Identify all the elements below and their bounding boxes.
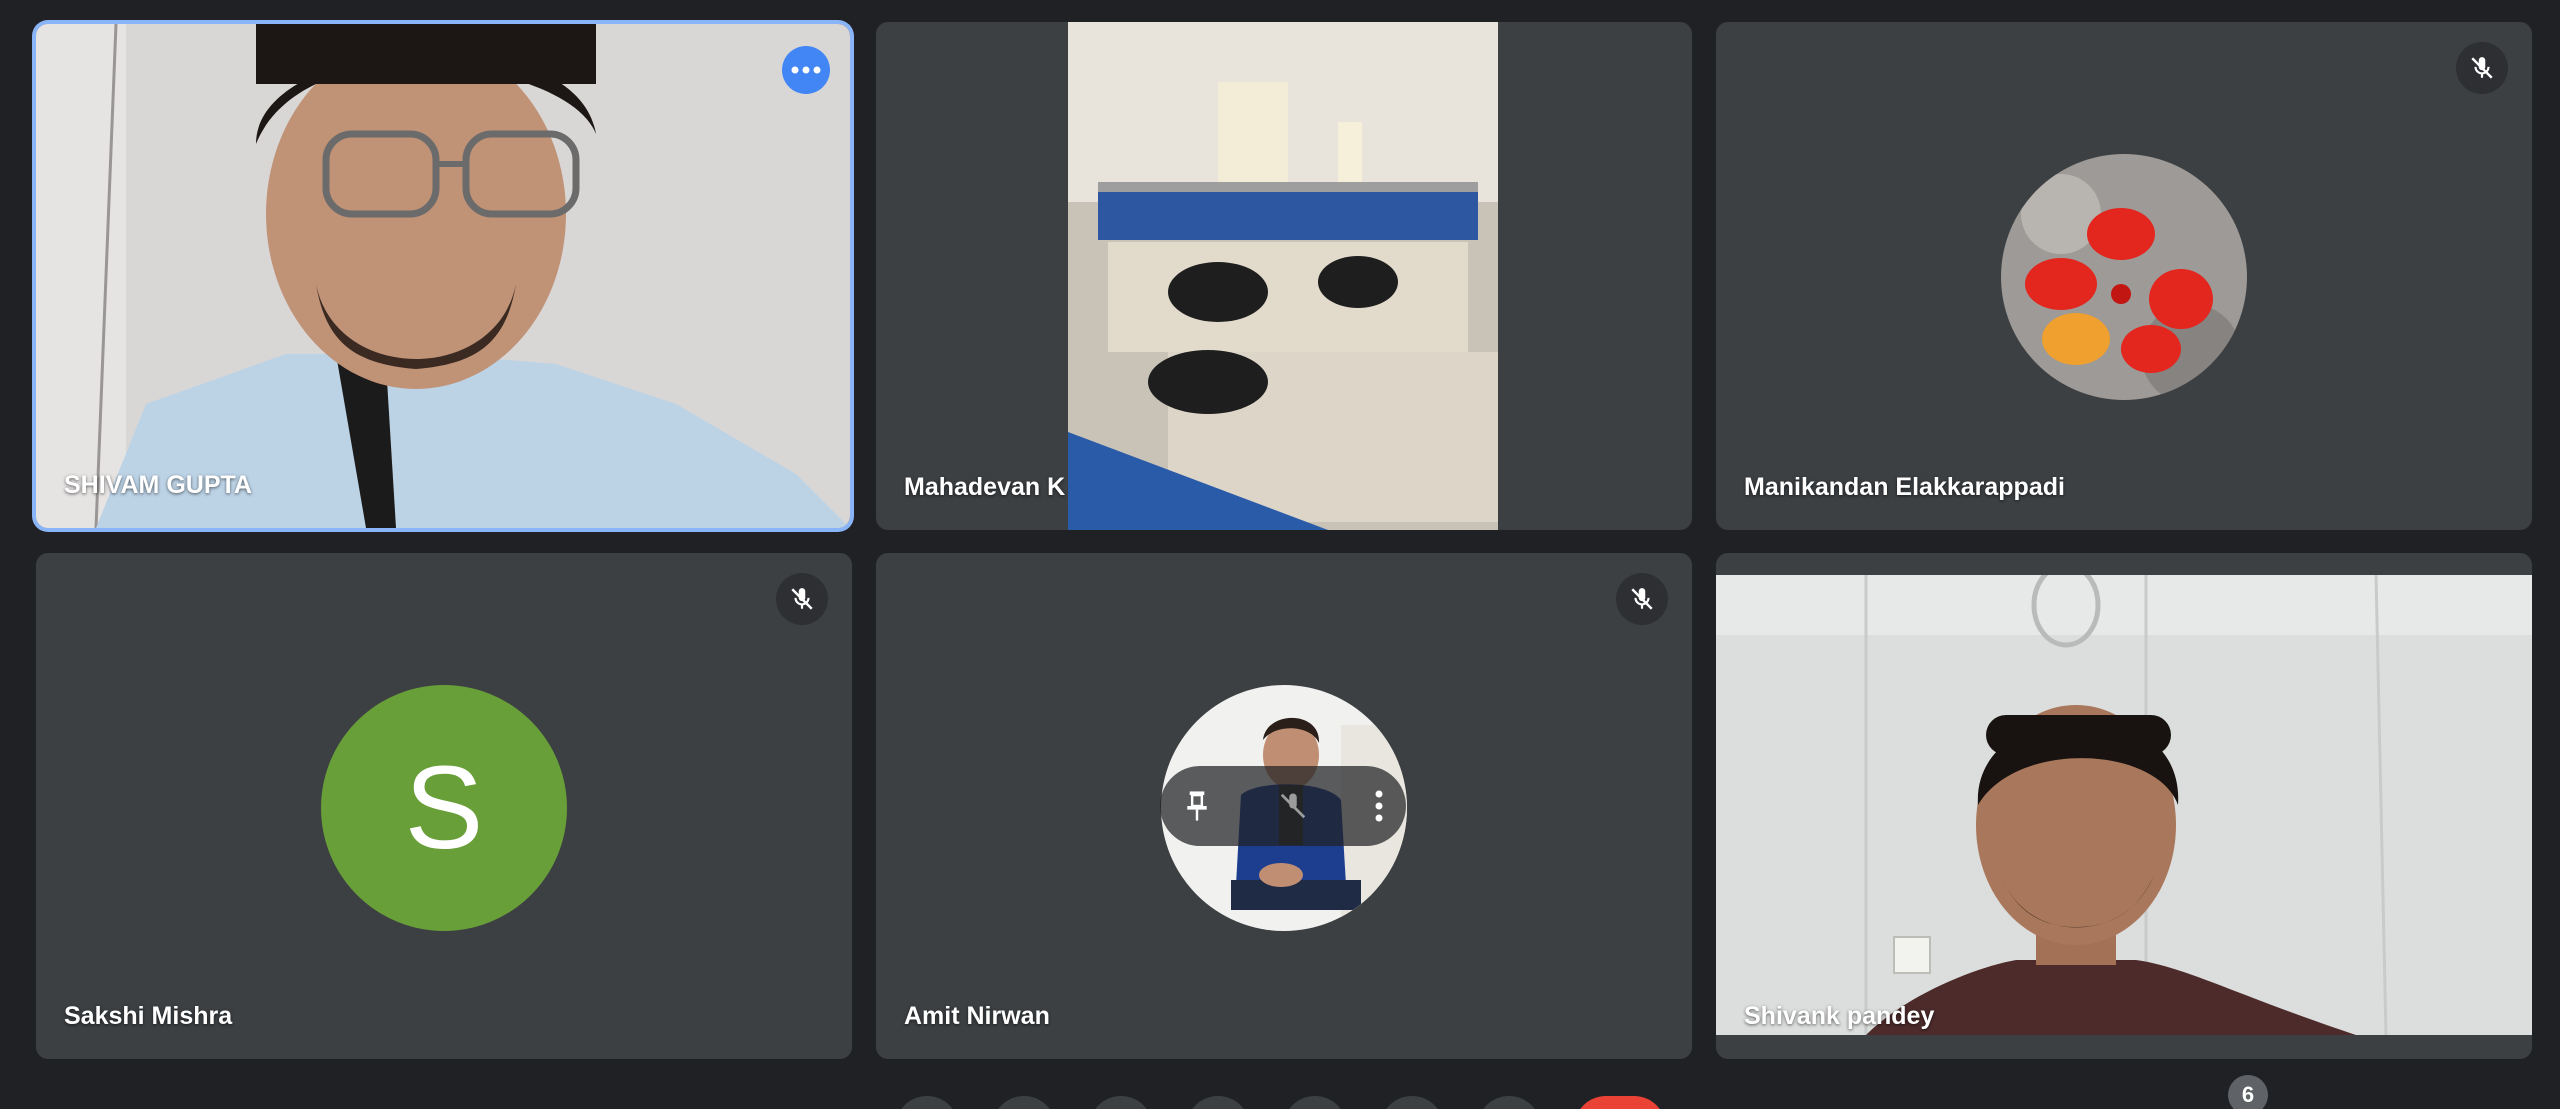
participant-tile-shivank-pandey[interactable]: Shivank pandey — [1716, 553, 2532, 1059]
participant-name: Mahadevan K — [904, 473, 1066, 501]
avatar — [2001, 154, 2247, 400]
meeting-grid: SHIVAM GUPTA Mahadevan K Manikandan Elak… — [0, 0, 2560, 1109]
mic-off-icon — [2471, 57, 2493, 79]
participant-tile-sakshi-mishra[interactable]: S Sakshi Mishra — [36, 553, 852, 1059]
participant-name: Amit Nirwan — [904, 1002, 1050, 1030]
video-feed — [36, 24, 850, 528]
mic-muted-indicator — [776, 573, 828, 625]
pin-icon — [1187, 791, 1207, 821]
mic-muted-indicator — [1616, 573, 1668, 625]
tile-hover-controls — [1160, 766, 1406, 846]
toolbar-button[interactable] — [1283, 1096, 1347, 1109]
toolbar-button[interactable] — [1477, 1096, 1541, 1109]
more-options-button[interactable] — [1374, 790, 1384, 822]
participant-count-badge[interactable]: 6 — [2228, 1075, 2268, 1109]
avatar: S — [321, 685, 567, 931]
end-call-button[interactable] — [1574, 1096, 1666, 1109]
mic-off-icon — [1631, 588, 1653, 610]
video-feed — [1068, 22, 1498, 530]
more-options-icon — [791, 66, 821, 74]
pin-button[interactable] — [1182, 789, 1212, 823]
participant-tile-manikandan-elakkarappadi[interactable]: Manikandan Elakkarappadi — [1716, 22, 2532, 530]
toolbar-button[interactable] — [895, 1096, 959, 1109]
toolbar-button[interactable] — [992, 1096, 1056, 1109]
mic-off-icon — [791, 588, 813, 610]
participant-name: Sakshi Mishra — [64, 1002, 233, 1030]
toolbar-button[interactable] — [1089, 1096, 1153, 1109]
participant-name: Manikandan Elakkarappadi — [1744, 473, 2065, 501]
video-feed — [1716, 575, 2532, 1035]
meeting-toolbar — [0, 1096, 2560, 1109]
more-options-icon — [1375, 790, 1383, 822]
toolbar-button[interactable] — [1186, 1096, 1250, 1109]
more-options-button[interactable] — [782, 46, 830, 94]
participant-name: SHIVAM GUPTA — [64, 471, 252, 499]
toolbar-button[interactable] — [1380, 1096, 1444, 1109]
participant-tile-mahadevan-k[interactable]: Mahadevan K — [876, 22, 1692, 530]
profile-photo-flower — [2001, 154, 2247, 400]
participant-tile-shivam-gupta[interactable]: SHIVAM GUPTA — [36, 24, 850, 528]
mute-participant-button[interactable] — [1278, 791, 1308, 821]
mic-off-icon — [1280, 793, 1306, 819]
mic-muted-indicator — [2456, 42, 2508, 94]
participant-name: Shivank pandey — [1744, 1002, 1935, 1030]
